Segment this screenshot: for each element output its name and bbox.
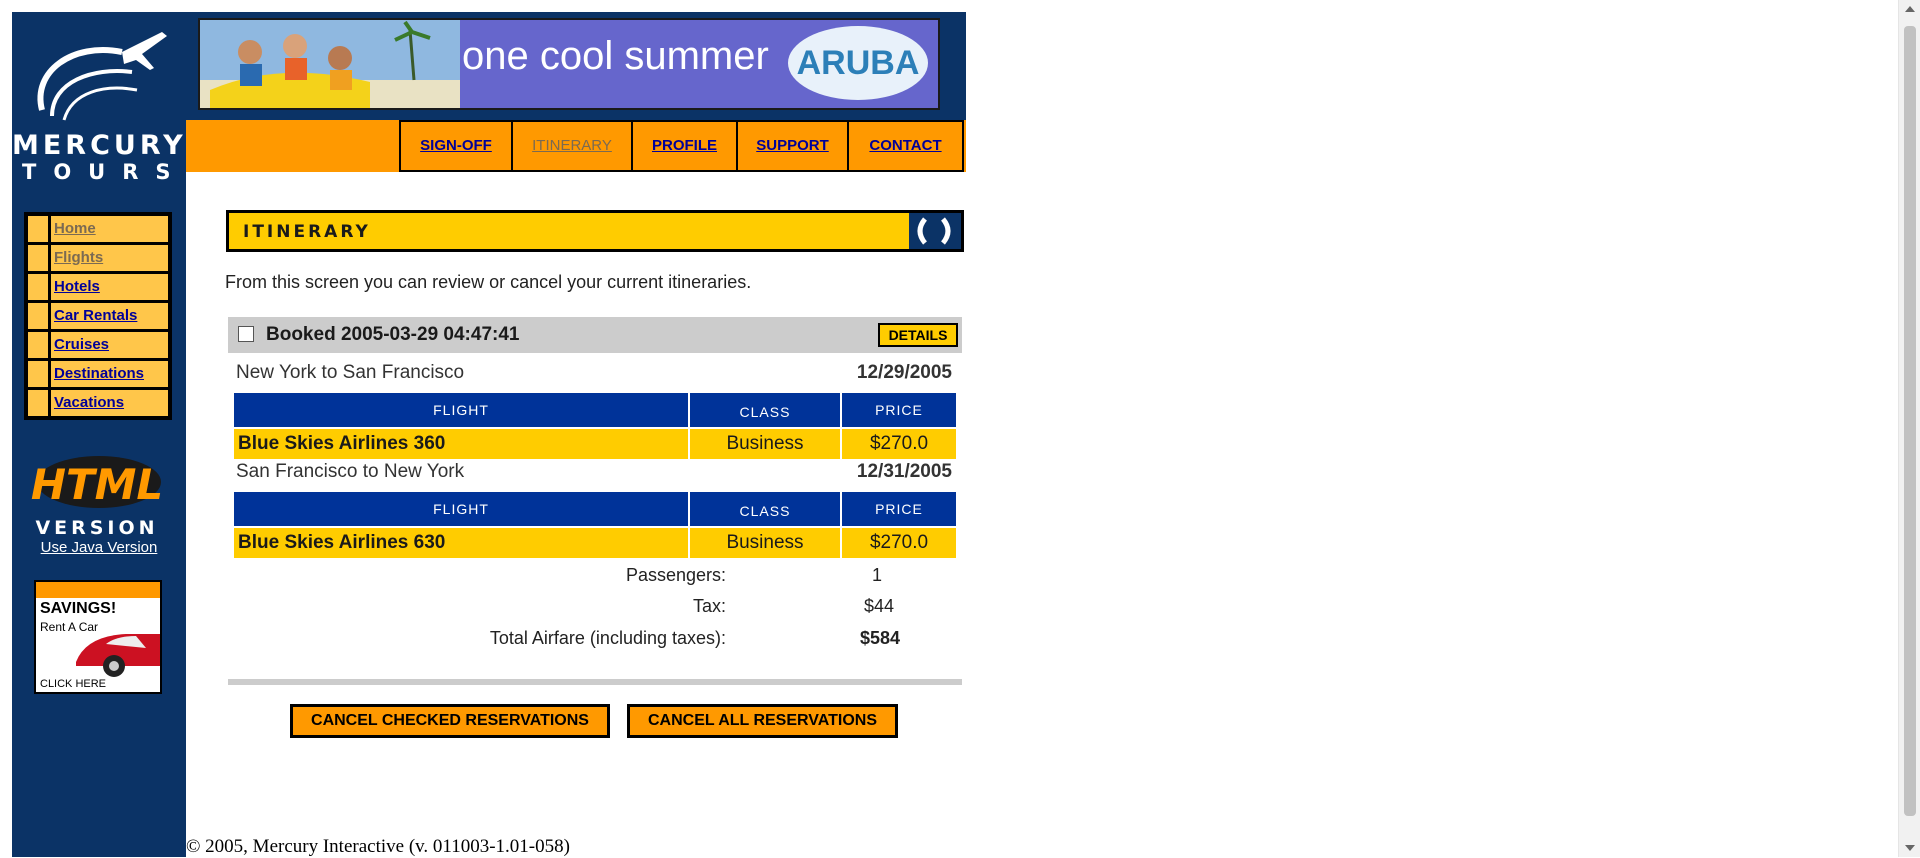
ad-title: SAVINGS! <box>40 600 117 617</box>
nav-sign-off[interactable]: SIGN-OFF <box>401 122 513 172</box>
sidebar-link-car-rentals[interactable]: Car Rentals <box>51 303 168 329</box>
intro-text: From this screen you can review or cance… <box>225 272 752 292</box>
flight-name: Blue Skies Airlines 360 <box>234 429 688 459</box>
cancel-all-button[interactable]: CANCEL ALL RESERVATIONS <box>627 704 898 738</box>
html-version-graphic: HTML VERSION <box>31 456 163 539</box>
logo-word-mercury: MERCURY <box>12 130 187 161</box>
flight-class: Business <box>690 429 840 459</box>
sidebar-item-vacations[interactable]: Vacations <box>28 390 168 416</box>
header-flight: FLIGHT <box>234 492 688 526</box>
flight-name: Blue Skies Airlines 630 <box>234 528 688 558</box>
passengers-label: Passengers: <box>625 565 726 585</box>
sidebar-item-bullet <box>28 245 48 271</box>
sidebar-link-home[interactable]: Home <box>51 216 168 242</box>
nav-contact[interactable]: CONTACT <box>849 122 964 172</box>
badge-version-text: VERSION <box>35 517 158 539</box>
sidebar-item-car-rentals[interactable]: Car Rentals <box>28 303 168 329</box>
ad-cta[interactable]: CLICK HERE <box>40 678 106 690</box>
sidebar-item-destinations[interactable]: Destinations <box>28 361 168 387</box>
total-label: Total Airfare (including taxes): <box>489 628 726 648</box>
total-value: $584 <box>860 628 901 648</box>
sidebar-item-bullet <box>28 332 48 358</box>
ad-top-bar <box>36 582 160 598</box>
cancel-checked-button[interactable]: CANCEL CHECKED RESERVATIONS <box>290 704 610 738</box>
booking-label: Booked 2005-03-29 04:47:41 <box>266 324 520 345</box>
sidebar-item-home[interactable]: Home <box>28 216 168 242</box>
aruba-banner-ad[interactable]: one cool summer ARUBA <box>198 18 940 110</box>
passengers-row: Passengers: <box>226 565 726 589</box>
booking-checkbox[interactable] <box>238 326 254 342</box>
top-nav: SIGN-OFF ITINERARY PROFILE SUPPORT CONTA… <box>399 120 964 172</box>
sidebar-nav: Home Flights Hotels Car Rentals Cruises … <box>24 212 172 420</box>
header-class: CLASS <box>690 492 840 526</box>
footer-copyright: © 2005, Mercury Interactive (v. 011003-1… <box>186 836 570 857</box>
sidebar-item-flights[interactable]: Flights <box>28 245 168 271</box>
nav-itinerary[interactable]: ITINERARY <box>513 122 633 172</box>
flight-row: Blue Skies Airlines 360 Business $270.0 <box>234 429 958 459</box>
sidebar-link-destinations[interactable]: Destinations <box>51 361 168 387</box>
logo-word-tours: TOURS <box>22 160 188 184</box>
leg-route: New York to San Francisco <box>236 362 465 383</box>
leg-date: 12/31/2005 <box>856 461 952 482</box>
vertical-scrollbar[interactable] <box>1898 0 1920 857</box>
sidebar-item-bullet <box>28 390 48 416</box>
java-version-link[interactable]: Use Java Version <box>12 539 186 556</box>
sidebar-item-bullet <box>28 216 48 242</box>
sidebar-link-flights[interactable]: Flights <box>51 245 168 271</box>
left-column: MERCURY TOURS Home Flights Hotels Car Re… <box>12 12 186 857</box>
car-icon <box>76 634 160 677</box>
badge-html-text: HTML <box>31 460 163 509</box>
sidebar-link-cruises[interactable]: Cruises <box>51 332 168 358</box>
rent-a-car-ad[interactable]: SAVINGS! Rent A Car CLICK HERE <box>34 580 162 694</box>
scroll-down-arrow-icon[interactable] <box>1905 845 1915 851</box>
flight-price: $270.0 <box>842 528 956 558</box>
tax-value: $44 <box>864 596 895 616</box>
tax-row: Tax: <box>226 596 726 620</box>
banner-photo <box>200 20 460 108</box>
plane-logo-icon <box>37 32 167 121</box>
header-class: CLASS <box>690 393 840 427</box>
passengers-value: 1 <box>872 565 883 585</box>
itinerary-header: ITINERARY <box>226 210 964 252</box>
sidebar-item-cruises[interactable]: Cruises <box>28 332 168 358</box>
page-title: ITINERARY <box>243 222 371 242</box>
flight-class: Business <box>690 528 840 558</box>
parenthesis-icon <box>917 217 951 245</box>
leg-route-row: San Francisco to New York 12/31/2005 <box>226 459 952 487</box>
scroll-up-arrow-icon[interactable] <box>1905 6 1915 12</box>
sidebar-item-bullet <box>28 303 48 329</box>
nav-support[interactable]: SUPPORT <box>738 122 849 172</box>
banner-tagline: one cool summer <box>462 34 769 78</box>
sidebar-link-vacations[interactable]: Vacations <box>51 390 168 416</box>
sidebar-link-hotels[interactable]: Hotels <box>51 274 168 300</box>
flight-table-header: FLIGHT CLASS PRICE <box>234 393 958 427</box>
sidebar-item-bullet <box>28 361 48 387</box>
booking-header: Booked 2005-03-29 04:47:41 DETAILS <box>228 317 962 353</box>
sidebar-item-hotels[interactable]: Hotels <box>28 274 168 300</box>
nav-profile[interactable]: PROFILE <box>633 122 738 172</box>
sidebar-item-bullet <box>28 274 48 300</box>
flight-row: Blue Skies Airlines 630 Business $270.0 <box>234 528 958 558</box>
flight-price: $270.0 <box>842 429 956 459</box>
leg-route-row: New York to San Francisco 12/29/2005 <box>226 360 952 388</box>
scroll-thumb[interactable] <box>1904 26 1916 816</box>
section-divider <box>228 679 962 685</box>
header-price: PRICE <box>842 393 956 427</box>
header-flight: FLIGHT <box>234 393 688 427</box>
flight-table-header: FLIGHT CLASS PRICE <box>234 492 958 526</box>
leg-date: 12/29/2005 <box>856 362 952 383</box>
header-end-cap <box>909 213 961 249</box>
mercury-tours-logo: MERCURY TOURS <box>12 12 186 192</box>
html-version-badge: HTML VERSION <box>27 452 167 542</box>
header-price: PRICE <box>842 492 956 526</box>
aruba-logo: ARUBA <box>788 26 928 100</box>
details-button[interactable]: DETAILS <box>878 323 958 347</box>
leg-route: San Francisco to New York <box>236 461 465 482</box>
tax-label: Tax: <box>692 596 726 616</box>
page: MERCURY TOURS Home Flights Hotels Car Re… <box>12 12 966 857</box>
total-row: Total Airfare (including taxes): <box>226 628 726 652</box>
